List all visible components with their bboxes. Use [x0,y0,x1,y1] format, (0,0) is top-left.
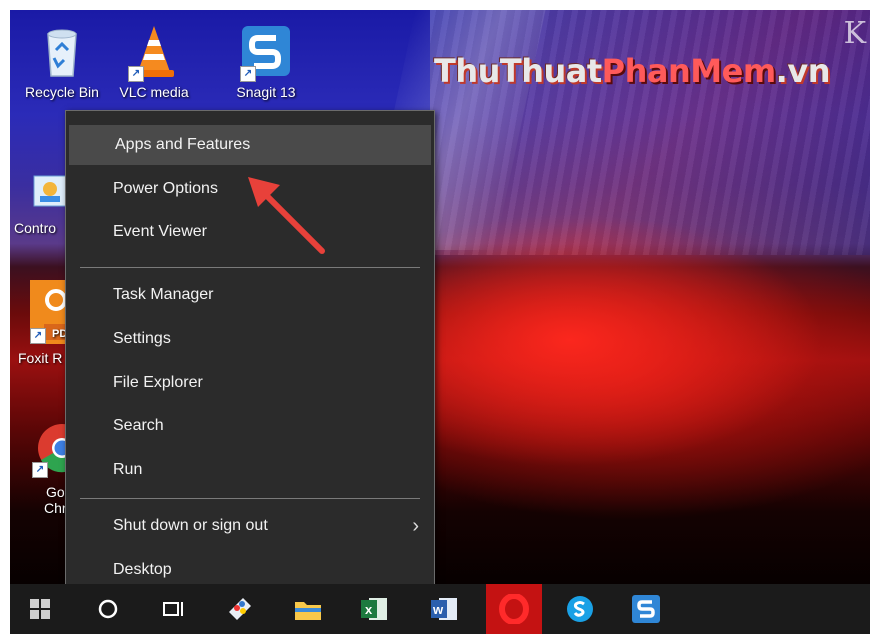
excel-icon: x [361,598,387,620]
menu-separator [80,498,420,499]
desktop-icon-label: Recycle Bin [25,84,99,100]
watermark-logo: ThuThuatPhanMem.vn [434,52,830,90]
file-explorer-button[interactable] [284,584,332,634]
desktop-icon-label: VLC media [119,84,189,100]
watermark-part1: ThuThuat [434,52,602,90]
start-button[interactable] [16,584,64,634]
watermark-part3: .vn [775,52,831,90]
shortcut-arrow-icon: ↗ [240,66,256,82]
cortana-circle-icon [98,599,118,619]
folder-icon [295,602,321,620]
paint-icon [229,598,251,620]
snagit-icon: ↗ [238,24,294,82]
snagit-icon [632,595,660,623]
opera-button[interactable] [486,584,542,634]
desktop-icon-label: Snagit 13 [236,84,296,100]
menu-item-shut-down-or-sign-out[interactable]: Shut down or sign out › [67,506,433,546]
desktop-icon-vlc[interactable]: ↗ VLC media [114,24,194,100]
skype-button[interactable] [556,584,604,634]
opera-icon [499,594,529,624]
menu-separator [80,267,420,268]
word-button[interactable]: w [420,584,468,634]
red-arrow-annotation [248,177,325,254]
desktop-icon-snagit[interactable]: ↗ Snagit 13 [226,24,306,100]
desktop-icon-recycle-bin[interactable]: Recycle Bin [22,24,102,100]
menu-item-settings[interactable]: Settings [67,319,433,359]
task-view-button[interactable] [150,584,198,634]
menu-item-apps-and-features[interactable]: Apps and Features [69,125,431,165]
menu-item-file-explorer[interactable]: File Explorer [67,363,433,403]
shortcut-arrow-icon: ↗ [32,462,48,478]
watermark-part2: PhanMem [601,52,777,90]
task-view-icon [163,602,183,616]
skype-icon [567,596,593,622]
shortcut-arrow-icon: ↗ [30,328,46,344]
chevron-right-icon: › [412,515,419,537]
wallpaper-letter: K [843,16,866,51]
paint-app-button[interactable] [216,584,264,634]
cortana-button[interactable] [84,584,132,634]
recycle-bin-icon [34,24,90,80]
excel-letter: x [365,602,373,617]
vlc-cone-icon: ↗ [126,24,182,82]
shortcut-arrow-icon: ↗ [128,66,144,82]
menu-item-task-manager[interactable]: Task Manager [67,275,433,315]
excel-button[interactable]: x [350,584,398,634]
word-letter: w [432,602,444,617]
snagit-taskbar-button[interactable] [622,584,670,634]
word-icon: w [431,598,457,620]
windows-logo-icon [30,599,50,619]
menu-item-search[interactable]: Search [67,406,433,446]
desktop: K ThuThuatPhanMem.vn Recycle Bin ↗ VLC m… [10,10,870,634]
taskbar: x w [10,584,870,634]
menu-item-run[interactable]: Run [67,450,433,490]
